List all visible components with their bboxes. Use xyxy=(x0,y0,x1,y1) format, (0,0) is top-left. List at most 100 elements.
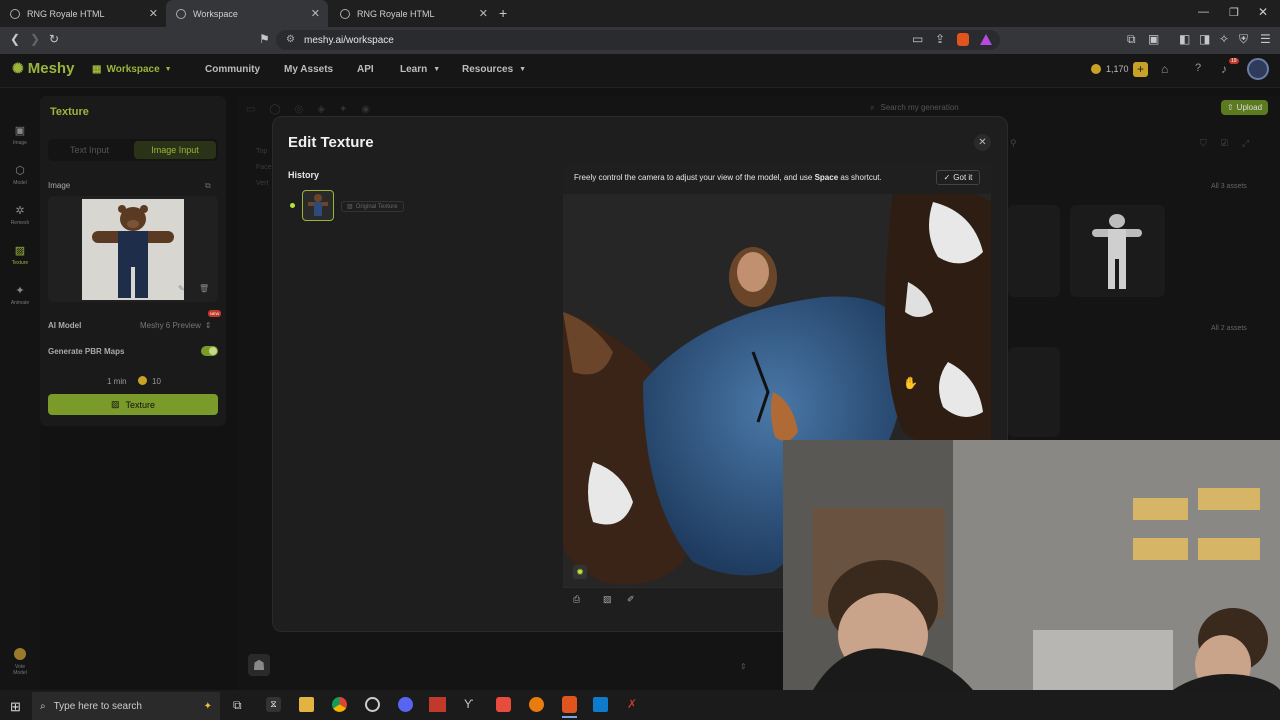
app-icon-tools[interactable]: ✗ xyxy=(627,697,637,711)
toggle-knob xyxy=(209,347,217,355)
tab-image-input[interactable]: Image Input xyxy=(134,141,216,159)
vpn-icon[interactable]: ⛨ xyxy=(1239,32,1248,47)
replace-image-icon[interactable]: ⧉ xyxy=(205,181,211,191)
nav-learn[interactable]: Learn ▼ xyxy=(400,64,440,75)
nav-api[interactable]: API xyxy=(357,64,374,75)
close-tab-icon[interactable]: ✕ xyxy=(479,7,488,20)
windows-start-icon[interactable]: ⊞ xyxy=(10,699,21,715)
menu-icon[interactable]: ☰ xyxy=(1260,32,1271,46)
magic-brush-icon[interactable]: ✐ xyxy=(627,594,635,605)
globe-icon xyxy=(340,8,350,19)
sidebar-icon[interactable]: ◧ xyxy=(1179,32,1190,46)
obs-icon[interactable] xyxy=(365,697,380,712)
credits-display[interactable]: 1,170 xyxy=(1091,64,1129,74)
brave-shield-icon[interactable] xyxy=(957,33,969,46)
retexture-icon[interactable]: ▨ xyxy=(603,594,612,605)
minimize-icon[interactable]: — xyxy=(1198,6,1209,18)
chevron-down-icon: ▼ xyxy=(164,66,172,73)
texture-icon: ▨ xyxy=(110,399,120,409)
history-thumbnail[interactable] xyxy=(302,190,334,221)
brave-icon[interactable] xyxy=(562,696,577,713)
strip-label: Animate xyxy=(10,300,30,306)
vscode-icon[interactable] xyxy=(593,697,608,712)
file-explorer-icon[interactable] xyxy=(299,697,314,712)
original-texture-label: Original Texture xyxy=(355,203,398,210)
browser-tab-3[interactable]: RNG Royale HTML ✕ xyxy=(330,0,496,27)
app-icon-x[interactable]: ϒ xyxy=(464,697,473,711)
close-modal-button[interactable]: ✕ xyxy=(974,134,991,151)
app-icon-terminal[interactable]: ⧖ xyxy=(266,697,281,712)
nav-community[interactable]: Community xyxy=(205,64,260,75)
meshy-logo[interactable]: ✺ Meshy xyxy=(12,60,74,77)
tab-text-input[interactable]: Text Input xyxy=(70,145,109,155)
asset-thumbnail[interactable] xyxy=(1008,205,1060,297)
cast-icon[interactable]: ▭ xyxy=(912,32,923,46)
leo-ai-icon[interactable]: ✧ xyxy=(1219,32,1229,46)
wallet-icon[interactable]: ◨ xyxy=(1199,32,1210,46)
texture-button[interactable]: ▨ Texture xyxy=(48,394,218,415)
taskbar-search[interactable]: ⌕ Type here to search ✦ xyxy=(32,692,220,720)
bookmark-icon[interactable]: ⚑ xyxy=(259,32,270,46)
asset-thumbnail-2[interactable] xyxy=(1008,347,1060,437)
avatar[interactable] xyxy=(1247,58,1269,80)
strip-animate[interactable]: ✦ Animate xyxy=(0,284,40,306)
ai-model-value: Meshy 6 Preview xyxy=(140,321,201,330)
close-tab-icon[interactable]: ✕ xyxy=(149,7,158,20)
nav-resources[interactable]: Resources ▼ xyxy=(462,64,526,75)
nav-workspace[interactable]: ▦ Workspace ▼ xyxy=(92,64,172,75)
camera-icon[interactable]: ⎙ xyxy=(573,594,580,605)
camera-tip: Freely control the camera to adjust your… xyxy=(574,173,882,182)
blender-icon[interactable] xyxy=(529,697,544,712)
chevron-down-icon: ▼ xyxy=(519,66,527,73)
new-tab-icon[interactable]: + xyxy=(499,5,507,21)
chevron-updown-icon: ⇕ xyxy=(204,321,212,330)
reload-icon[interactable]: ↻ xyxy=(49,32,59,46)
expand-icon[interactable]: ⇕ xyxy=(740,662,747,671)
active-app-indicator xyxy=(562,716,577,718)
pbr-toggle[interactable] xyxy=(201,346,218,356)
delete-image-icon[interactable]: 🗑 xyxy=(199,284,209,293)
brave-rewards-icon[interactable] xyxy=(980,34,992,45)
chrome-icon[interactable] xyxy=(332,697,347,712)
nav-my-assets[interactable]: My Assets xyxy=(284,64,333,75)
forward-icon[interactable]: ❯ xyxy=(30,32,40,46)
share-icon[interactable]: ⇪ xyxy=(935,32,945,46)
search-generation[interactable]: ⌕ Search my generation xyxy=(870,103,959,113)
strip-remesh[interactable]: ✲ Remesh xyxy=(0,204,40,226)
strip-image[interactable]: ▣ Image xyxy=(0,124,40,146)
strip-texture[interactable]: ▨ Texture xyxy=(0,244,40,266)
gallery-toolbar-icons[interactable]: ⛉☑⤢ xyxy=(1200,138,1263,149)
edit-image-icon[interactable]: ✎ xyxy=(178,284,185,293)
back-icon[interactable]: ❮ xyxy=(10,32,20,46)
add-credits-button[interactable]: + xyxy=(1133,62,1148,77)
voicemeeter-icon[interactable] xyxy=(429,697,446,712)
upload-button[interactable]: ⇧ Upload xyxy=(1221,100,1268,115)
all-assets-link-1[interactable]: All 3 assets xyxy=(1211,183,1247,190)
url-bar[interactable]: ⚙ meshy.ai/workspace xyxy=(276,30,1000,50)
got-it-button[interactable]: ✓ Got it xyxy=(936,170,980,185)
app-icon-red[interactable] xyxy=(496,697,511,712)
help-icon[interactable]: ? xyxy=(1195,62,1201,74)
extensions-icon[interactable]: ⧉ xyxy=(1127,32,1136,47)
all-assets-link-2[interactable]: All 2 assets xyxy=(1211,325,1247,332)
lightbulb-icon[interactable]: ✹ xyxy=(573,565,587,579)
texture-icon: ▨ xyxy=(347,204,353,210)
ai-model-select[interactable]: Meshy 6 Preview ⇕ xyxy=(140,321,212,330)
strip-model[interactable]: ⬡ Model xyxy=(0,164,40,186)
task-view-icon[interactable]: ⧉ xyxy=(233,698,242,713)
window-close-icon[interactable]: ✕ xyxy=(1258,5,1268,19)
url-text: meshy.ai/workspace xyxy=(304,34,394,46)
site-info-icon[interactable]: ⚙ xyxy=(286,34,295,45)
bell-icon[interactable]: ♪ xyxy=(1221,62,1227,76)
browser-tab-1[interactable]: RNG Royale HTML ✕ xyxy=(0,0,166,27)
asset-thumbnail-bear[interactable] xyxy=(1070,205,1165,297)
browser-tab-2[interactable]: Workspace ✕ xyxy=(166,0,328,27)
gift-icon[interactable]: ⌂ xyxy=(1161,62,1168,76)
close-tab-icon[interactable]: ✕ xyxy=(311,7,320,20)
character-icon[interactable]: ☗ xyxy=(248,654,270,676)
tab-search-icon[interactable]: ▣ xyxy=(1148,32,1159,46)
vote-model-button[interactable]: Vote Model xyxy=(0,648,40,676)
restore-icon[interactable]: ❐ xyxy=(1229,6,1239,19)
discord-icon[interactable] xyxy=(398,697,413,712)
gallery-tool-icon[interactable]: ⚲ xyxy=(1010,138,1017,149)
